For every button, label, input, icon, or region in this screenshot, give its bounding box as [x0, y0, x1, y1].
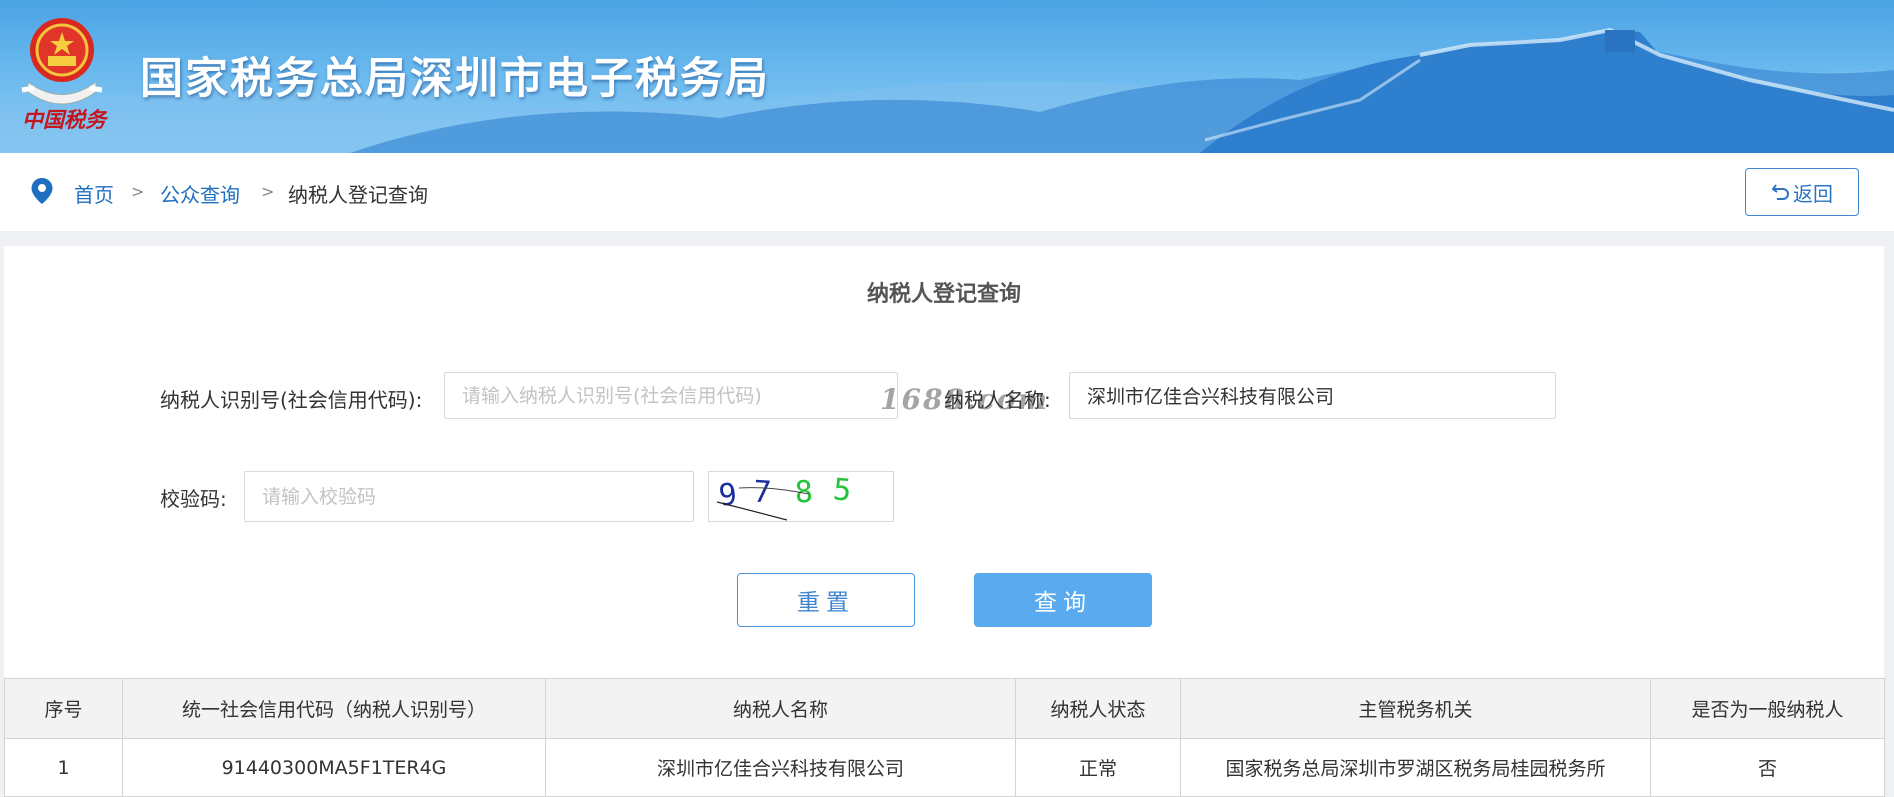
site-title: 国家税务总局深圳市电子税务局	[140, 54, 770, 104]
result-table: 序号 统一社会信用代码（纳税人识别号） 纳税人名称 纳税人状态 主管税务机关 是…	[4, 678, 1885, 797]
page-title: 纳税人登记查询	[866, 282, 1021, 307]
taxpayer-id-input[interactable]	[444, 372, 898, 419]
col-header-status: 纳税人状态	[1015, 678, 1181, 739]
captcha-digit: 9	[717, 477, 739, 514]
taxpayer-name-label: 纳税人名称:	[944, 388, 1051, 412]
breadcrumb-public-query-link[interactable]: 公众查询	[160, 179, 240, 208]
breadcrumb-separator: >	[261, 182, 275, 201]
undo-arrow-icon	[1771, 184, 1789, 200]
captcha-label: 校验码:	[160, 487, 227, 511]
taxpayer-name-input[interactable]	[1069, 372, 1556, 419]
header-banner: 中国税务 国家税务总局深圳市电子税务局	[0, 0, 1894, 153]
table-header-row: 序号 统一社会信用代码（纳税人识别号） 纳税人名称 纳税人状态 主管税务机关 是…	[4, 678, 1885, 739]
breadcrumb-bar: 首页 > 公众查询 > 纳税人登记查询 返回	[0, 153, 1894, 231]
query-button[interactable]: 查询	[974, 573, 1152, 627]
back-button-label: 返回	[1793, 181, 1833, 206]
captcha-digit: 5	[832, 472, 853, 508]
col-header-general-taxpayer: 是否为一般纳税人	[1650, 678, 1885, 739]
col-header-index: 序号	[4, 678, 123, 739]
cell-status: 正常	[1015, 738, 1181, 797]
cell-general-taxpayer: 否	[1650, 738, 1885, 797]
location-pin-icon	[31, 178, 53, 204]
col-header-tax-authority: 主管税务机关	[1180, 678, 1651, 739]
cell-index: 1	[4, 738, 123, 797]
captcha-digits: 9 7 8 5	[716, 472, 853, 521]
cell-tax-authority: 国家税务总局深圳市罗湖区税务局桂园税务所	[1180, 738, 1651, 797]
cell-credit-code: 91440300MA5F1TER4G	[122, 738, 546, 797]
breadcrumb-separator: >	[131, 182, 145, 201]
taxpayer-id-label: 纳税人识别号(社会信用代码):	[160, 388, 423, 412]
col-header-credit-code: 统一社会信用代码（纳税人识别号）	[122, 678, 546, 739]
table-row: 1 91440300MA5F1TER4G 深圳市亿佳合兴科技有限公司 正常 国家…	[4, 738, 1885, 797]
captcha-image[interactable]: 9 7 8 5	[708, 471, 894, 522]
captcha-input[interactable]	[244, 471, 694, 522]
back-button[interactable]: 返回	[1745, 168, 1859, 216]
captcha-digit: 7	[752, 474, 772, 510]
breadcrumb-current: 纳税人登记查询	[288, 183, 428, 207]
breadcrumb-home-link[interactable]: 首页	[74, 179, 114, 208]
emblem-caption: 中国税务	[22, 107, 106, 132]
query-panel: 纳税人登记查询 纳税人识别号(社会信用代码): 1688.com 纳税人名称: …	[4, 246, 1885, 797]
cell-taxpayer-name: 深圳市亿佳合兴科技有限公司	[545, 738, 1016, 797]
reset-button[interactable]: 重置	[737, 573, 915, 627]
col-header-taxpayer-name: 纳税人名称	[545, 678, 1016, 739]
